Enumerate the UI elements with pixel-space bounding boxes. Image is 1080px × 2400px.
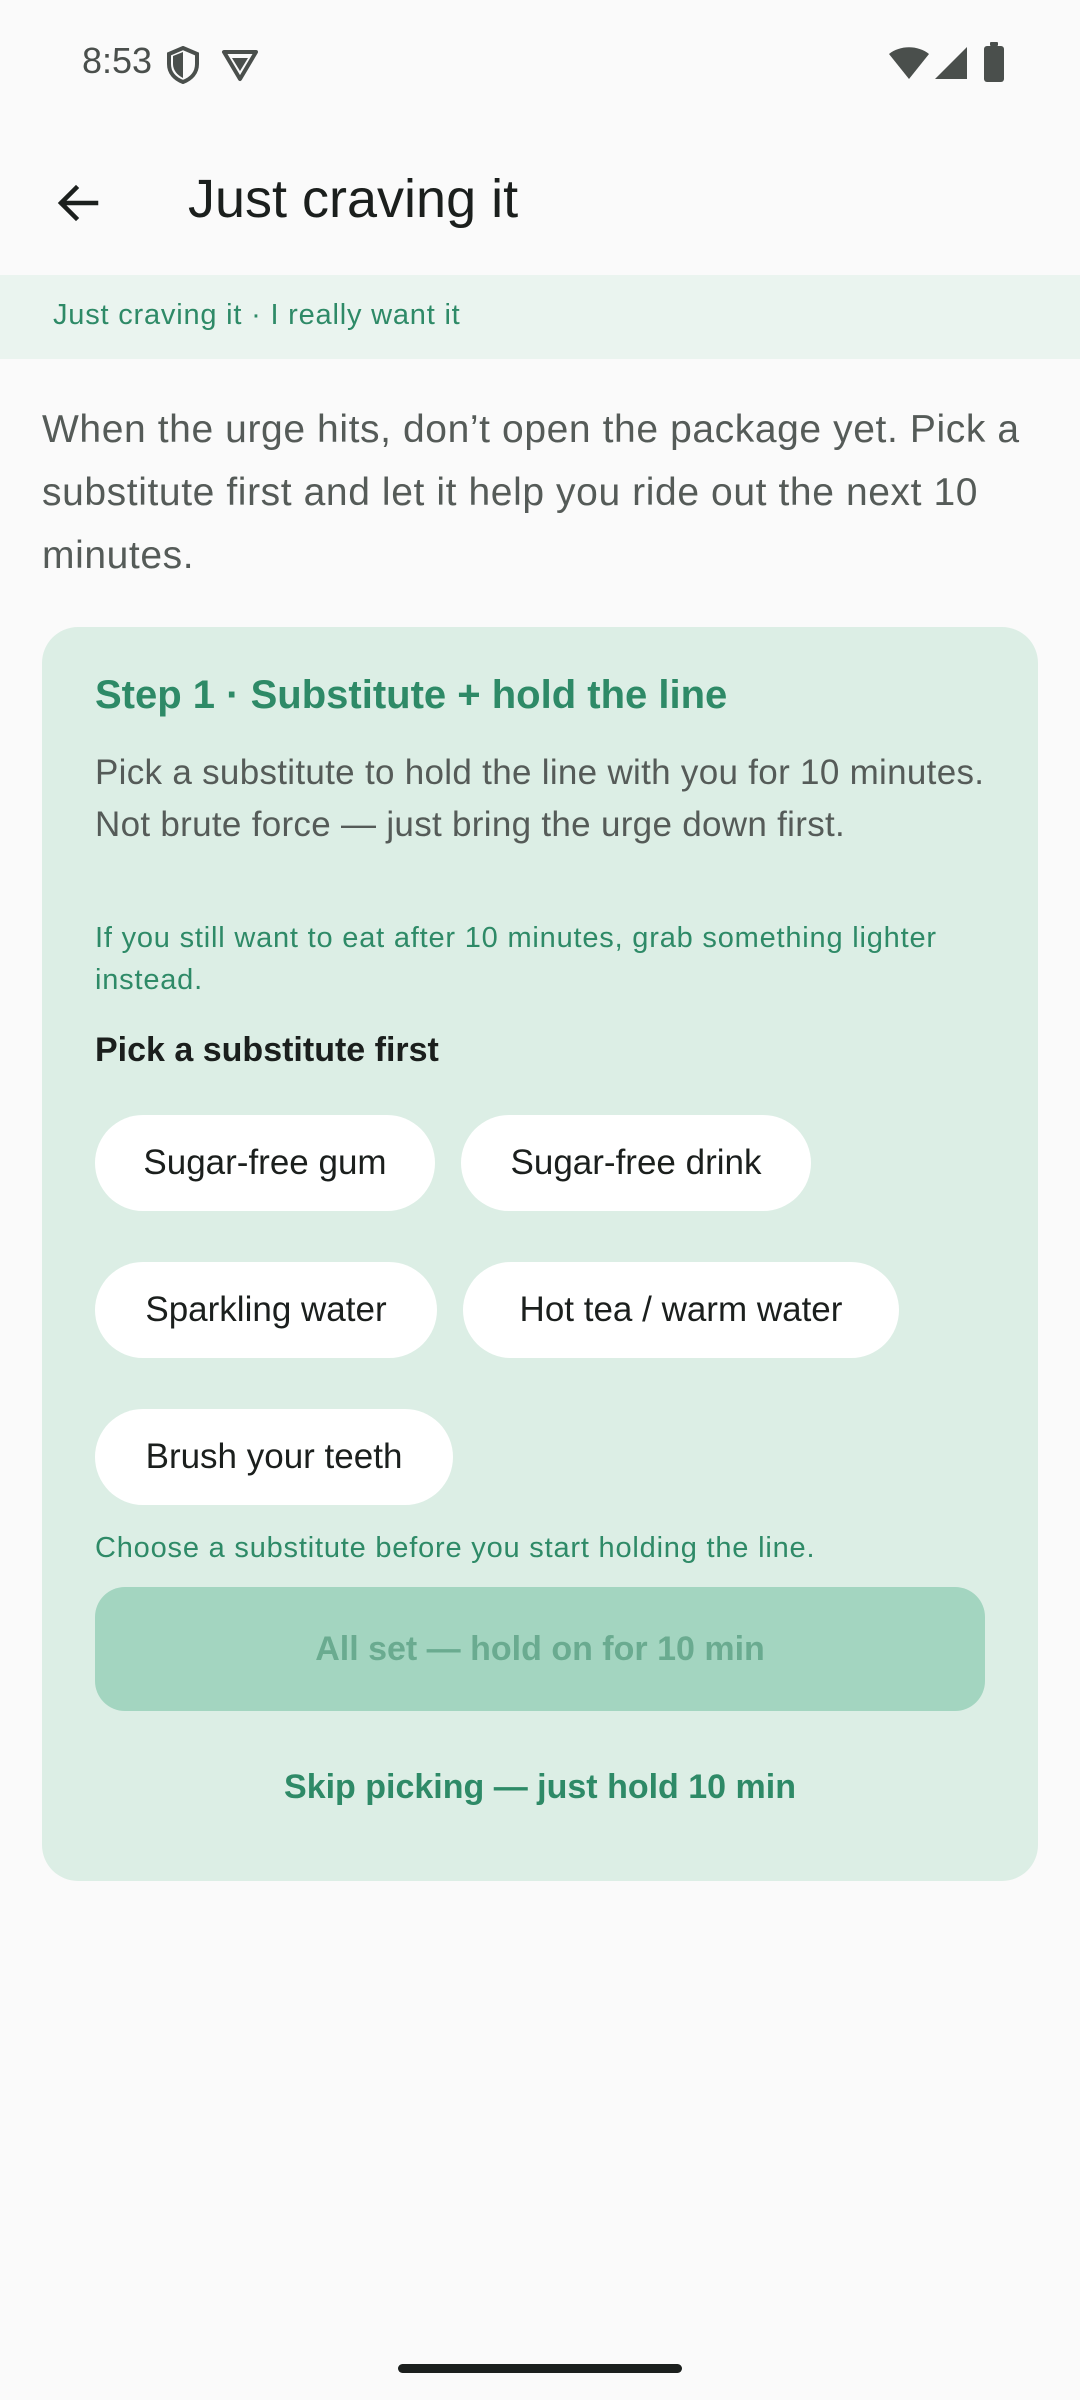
step-description: Pick a substitute to hold the line with …	[95, 753, 985, 844]
context-banner: Just craving it · I really want it	[0, 275, 1080, 359]
banner-text: Just craving it · I really want it	[53, 299, 461, 331]
home-indicator[interactable]	[398, 2364, 682, 2373]
substitute-section-label: Pick a substitute first	[95, 1031, 439, 1069]
signal-icon	[934, 46, 968, 85]
step-note: If you still want to eat after 10 minute…	[95, 922, 937, 996]
battery-icon	[984, 42, 1004, 87]
shield-icon	[166, 45, 200, 89]
chip-hot-tea-warm-water[interactable]: Hot tea / warm water	[463, 1262, 899, 1358]
start-hold-button[interactable]: All set — hold on for 10 min	[95, 1587, 985, 1711]
app-bar: Just craving it	[0, 140, 1080, 270]
vpn-icon	[221, 48, 259, 87]
selection-hint: Choose a substitute before you start hol…	[95, 1532, 816, 1564]
step-title: Step 1 · Substitute + hold the line	[95, 673, 728, 717]
chip-sugar-free-drink[interactable]: Sugar-free drink	[461, 1115, 811, 1211]
page-title: Just craving it	[188, 169, 519, 229]
intro-text: When the urge hits, don’t open the packa…	[42, 408, 1020, 577]
status-time: 8:53	[82, 40, 153, 81]
back-button[interactable]	[40, 167, 116, 243]
skip-picking-button[interactable]: Skip picking — just hold 10 min	[95, 1747, 985, 1827]
chip-brush-your-teeth[interactable]: Brush your teeth	[95, 1409, 453, 1505]
step-card: Step 1 · Substitute + hold the line Pick…	[42, 627, 1038, 1881]
status-bar: 8:53	[0, 0, 1080, 130]
chip-sugar-free-gum[interactable]: Sugar-free gum	[95, 1115, 435, 1211]
arrow-left-icon	[54, 179, 102, 232]
wifi-icon	[888, 46, 930, 85]
chip-sparkling-water[interactable]: Sparkling water	[95, 1262, 437, 1358]
